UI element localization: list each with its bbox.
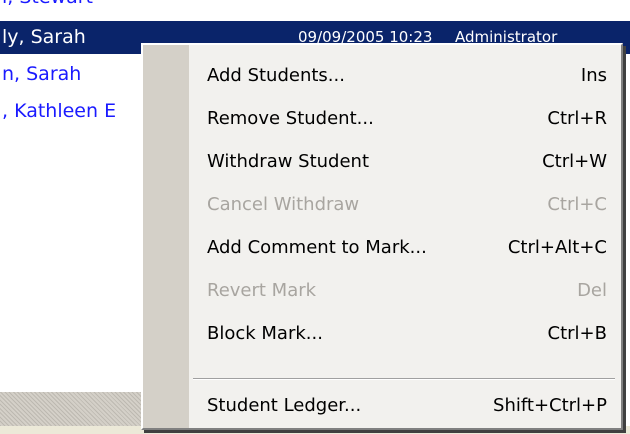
student-name: , Kathleen E — [2, 100, 117, 122]
menu-item-remove-student[interactable]: Remove Student... Ctrl+R — [189, 98, 621, 140]
menu-item-withdraw-student[interactable]: Withdraw Student Ctrl+W — [189, 141, 621, 183]
hatched-area — [0, 392, 146, 426]
student-name: l, Stewart — [2, 0, 93, 14]
menu-item-shortcut: Ctrl+W — [542, 151, 607, 172]
menu-item-add-comment[interactable]: Add Comment to Mark... Ctrl+Alt+C — [189, 227, 621, 269]
menu-item-block-mark[interactable]: Block Mark... Ctrl+B — [189, 313, 621, 355]
menu-item-shortcut: Ins — [580, 65, 607, 86]
student-name: n, Sarah — [2, 63, 82, 85]
menu-item-shortcut: Del — [577, 280, 607, 301]
menu-item-label: Block Mark... — [207, 323, 323, 344]
menu-item-shortcut: Ctrl+B — [547, 323, 607, 344]
menu-item-label: Add Comment to Mark... — [207, 237, 427, 258]
context-menu: Add Students... Ins Remove Student... Ct… — [141, 43, 623, 430]
student-name: ly, Sarah — [2, 26, 86, 48]
menu-item-label: Cancel Withdraw — [207, 194, 360, 215]
menu-item-label: Remove Student... — [207, 108, 374, 129]
menu-item-label: Withdraw Student — [207, 151, 370, 172]
menu-item-shortcut: Ctrl+Alt+C — [507, 237, 607, 258]
menu-item-student-ledger[interactable]: Student Ledger... Shift+Ctrl+P — [189, 385, 621, 427]
menu-icon-gutter — [143, 45, 189, 428]
menu-item-shortcut: Ctrl+C — [547, 194, 607, 215]
menu-item-label: Add Students... — [207, 65, 345, 86]
menu-item-cancel-withdraw: Cancel Withdraw Ctrl+C — [189, 184, 621, 226]
menu-item-revert-mark: Revert Mark Del — [189, 270, 621, 312]
menu-separator — [193, 378, 615, 380]
menu-item-label: Revert Mark — [207, 280, 317, 301]
menu-item-label: Student Ledger... — [207, 395, 362, 416]
menu-item-shortcut: Ctrl+R — [547, 108, 607, 129]
menu-item-shortcut: Shift+Ctrl+P — [493, 395, 607, 416]
menu-item-add-students[interactable]: Add Students... Ins — [189, 55, 621, 97]
